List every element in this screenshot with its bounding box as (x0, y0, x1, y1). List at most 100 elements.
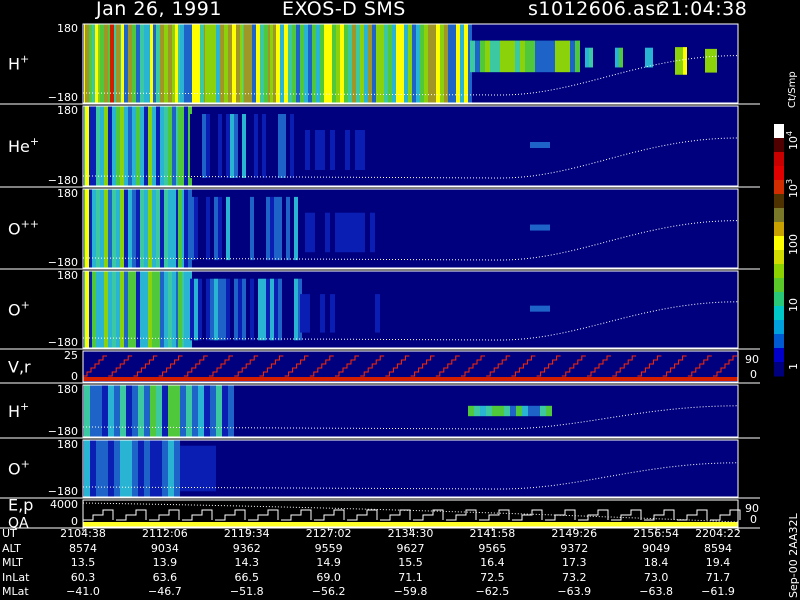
heatmap-cell (226, 196, 230, 261)
footer-row-ut: UT 2104:38 2112:06 2119:34 2127:02 2134:30 214… (0, 527, 760, 541)
colorbar-swatch (774, 152, 784, 167)
heatmap-cell (315, 130, 320, 170)
footer-value: −41.0 (66, 585, 100, 598)
colorbar-unit-label: Ct/Smp (787, 71, 798, 108)
panel-4-ymin-label: −180 (48, 336, 78, 349)
heatmap-cell (92, 106, 96, 186)
heatmap-cell (172, 271, 176, 348)
heatmap-cell (168, 271, 172, 348)
heatmap-cell (325, 212, 330, 253)
heatmap-cell (424, 24, 428, 103)
footer-value: 72.5 (480, 570, 505, 584)
heatmap-cell (370, 212, 375, 253)
heatmap-cell (198, 114, 202, 178)
heatmap-cell (344, 24, 348, 103)
heatmap-cell (420, 24, 424, 103)
heatmap-cell (100, 24, 104, 103)
heatmap-cell (328, 24, 332, 103)
footer-row-label: InLat (2, 570, 30, 584)
colorbar-tick-1: 1 (787, 363, 800, 370)
heatmap-cell (284, 24, 288, 103)
heatmap-cell (266, 114, 270, 178)
panel-3-ymin-label: −180 (48, 256, 78, 269)
footer-value: −62.5 (475, 585, 510, 598)
heatmap-cell (486, 405, 492, 417)
heatmap-cell (180, 445, 186, 492)
heatmap-cell (198, 445, 204, 492)
heatmap-cell (360, 24, 364, 103)
heatmap-cell (224, 24, 228, 103)
heatmap-cell (304, 24, 308, 103)
heatmap-stripe (178, 106, 182, 186)
heatmap-cell (615, 47, 619, 68)
colorbar-swatch (774, 194, 784, 209)
heatmap-cell (202, 196, 206, 261)
heatmap-cell (262, 196, 266, 261)
heatmap-cell (96, 271, 100, 348)
heatmap-cell (312, 24, 316, 103)
heatmap-cell (256, 24, 260, 103)
footer-row-inlat: InLat 60.3 63.6 66.5 69.0 71.1 72.5 73.2 73.0 71.… (0, 571, 760, 585)
heatmap-cell (210, 445, 216, 492)
velocity-baseline (83, 377, 738, 381)
heatmap-cell (144, 24, 148, 103)
heatmap-cell (510, 405, 516, 417)
colorbar-swatch (774, 320, 784, 335)
footer-row-label: MLat (2, 585, 29, 598)
heatmap-stripe (178, 189, 182, 268)
heatmap-cell (108, 189, 112, 268)
heatmap-cell (184, 24, 188, 103)
heatmap-cell (184, 271, 188, 348)
footer-value: 14.9 (316, 556, 341, 569)
heatmap-cell (294, 114, 298, 178)
heatmap-cell (360, 130, 365, 170)
footer-value: 66.5 (234, 570, 260, 584)
heatmap-cell (160, 189, 164, 268)
heatmap-cell (192, 24, 196, 103)
heatmap-cell (490, 40, 495, 73)
heatmap-cell (226, 278, 230, 341)
footer-value: 9049 (642, 541, 671, 555)
panel-7-ymin-label: −180 (48, 485, 78, 498)
colorbar-swatch (774, 250, 784, 265)
heatmap-cell (404, 24, 408, 103)
sms-spectrogram-figure: H+180−180He+180−180O++180−180O+180−180V,… (0, 22, 800, 598)
panel-6-species-label: H+ (8, 400, 29, 421)
heatmap-cell (132, 106, 136, 186)
heatmap-cell (210, 385, 216, 437)
colorbar-swatch (774, 292, 784, 307)
heatmap-cell (335, 212, 340, 253)
heatmap-cell (364, 24, 368, 103)
heatmap-cell (320, 24, 324, 103)
panel-6-ymax-label: 180 (57, 383, 78, 396)
heatmap-cell (192, 445, 198, 492)
heatmap-cell (565, 40, 570, 73)
footer-value: 9565 (478, 541, 507, 555)
heatmap-cell (162, 440, 168, 497)
heatmap-cell (380, 24, 384, 103)
heatmap-cell (262, 278, 266, 341)
heatmap-cell (522, 405, 528, 417)
heatmap-stripe (121, 24, 124, 103)
heatmap-cell (262, 114, 266, 178)
panel-2-species-label: He+ (8, 135, 39, 156)
heatmap-cell (216, 385, 222, 437)
footer-value: 2104:38 (60, 527, 106, 540)
colorbar-swatch (774, 348, 784, 363)
heatmap-cell (174, 385, 180, 437)
orbit-parameter-table: UT 2104:38 2112:06 2119:34 2127:02 2134:30 214… (0, 527, 760, 600)
heatmap-cell (530, 40, 535, 73)
heatmap-cell (274, 278, 278, 341)
heatmap-cell (132, 440, 138, 497)
heatmap-cell (230, 114, 234, 178)
heatmap-cell (144, 189, 148, 268)
heatmap-cell (305, 212, 310, 253)
heatmap-cell (208, 24, 212, 103)
heatmap-cell (210, 278, 214, 341)
heatmap-cell (128, 189, 132, 268)
heatmap-cell (112, 106, 116, 186)
heatmap-cell (84, 385, 90, 437)
heatmap-stripe (175, 24, 178, 103)
heatmap-cell (144, 385, 150, 437)
heatmap-cell (244, 24, 248, 103)
